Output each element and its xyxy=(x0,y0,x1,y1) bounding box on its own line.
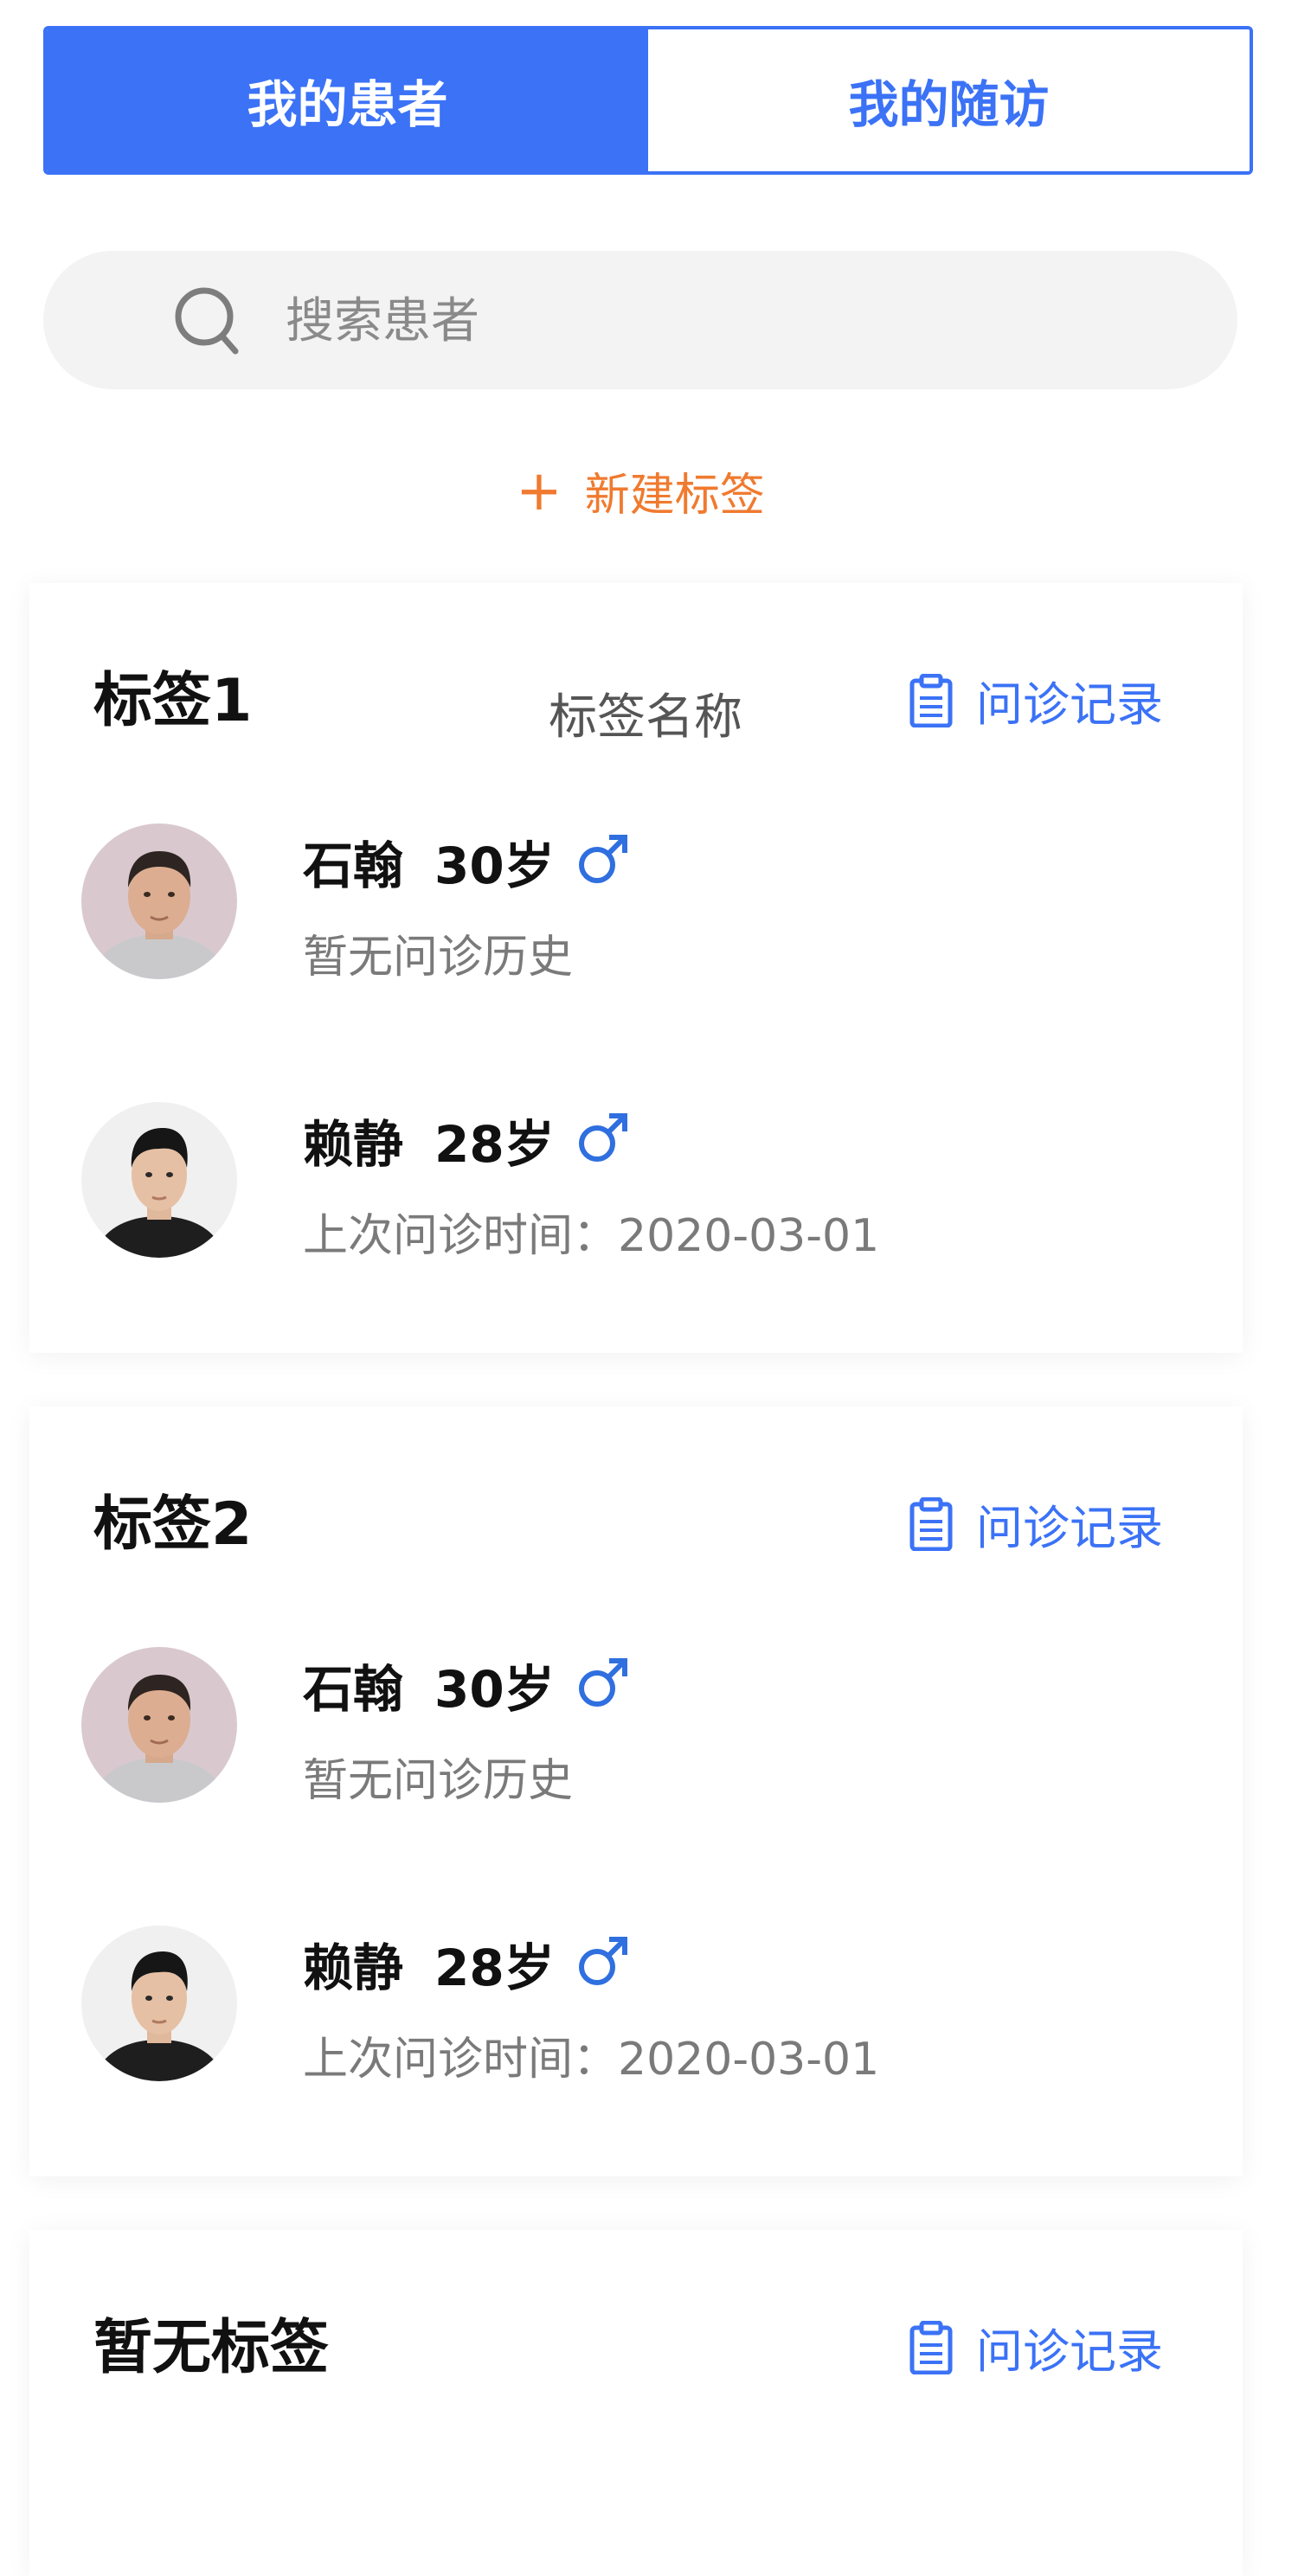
patient-age: 28岁 xyxy=(434,1938,555,1997)
patient-age: 30岁 xyxy=(434,1660,555,1719)
consultation-record-link[interactable]: 问诊记录 xyxy=(909,1490,1163,1558)
card-title: 标签1 xyxy=(93,667,253,735)
search-icon xyxy=(175,287,239,355)
patient-name: 石翰 xyxy=(303,1660,404,1719)
avatar xyxy=(81,823,237,979)
search-input[interactable] xyxy=(284,285,1153,356)
patient-age: 28岁 xyxy=(434,1115,555,1174)
clipboard-icon xyxy=(909,673,953,727)
patient-row[interactable]: 赖静 28岁 上次问诊时间：2020-03-01 xyxy=(81,1102,1189,1262)
consultation-history: 暂无问诊历史 xyxy=(303,932,574,984)
consultation-record-label: 问诊记录 xyxy=(976,1501,1163,1555)
tag-card: 标签2 问诊记录 石翰 30岁 暂无问诊历史 赖静 28岁 上次问诊时间：202… xyxy=(29,1407,1243,2176)
plus-icon: + xyxy=(516,458,562,523)
consultation-record-link[interactable]: 问诊记录 xyxy=(909,666,1163,734)
new-tag-label: 新建标签 xyxy=(584,470,765,522)
tab-my-followups[interactable]: 我的随访 xyxy=(648,29,1250,171)
tab-my-patients[interactable]: 我的患者 xyxy=(47,29,648,171)
patient-name: 石翰 xyxy=(303,836,404,895)
avatar xyxy=(81,1926,237,2081)
tab-switcher: 我的患者 我的随访 xyxy=(43,26,1253,175)
card-title: 标签2 xyxy=(93,1490,253,1559)
male-icon xyxy=(579,1113,627,1162)
consultation-history: 上次问诊时间：2020-03-01 xyxy=(303,1210,880,1262)
consultation-record-label: 问诊记录 xyxy=(976,677,1163,732)
patient-name: 赖静 xyxy=(303,1115,404,1174)
new-tag-button[interactable]: + 新建标签 xyxy=(0,458,1281,523)
male-icon xyxy=(579,1937,627,1985)
avatar xyxy=(81,1102,237,1258)
clipboard-icon xyxy=(909,2320,953,2374)
male-icon xyxy=(579,835,627,883)
patient-row[interactable]: 赖静 28岁 上次问诊时间：2020-03-01 xyxy=(81,1926,1189,2086)
patient-name: 赖静 xyxy=(303,1938,404,1997)
search-bar xyxy=(43,251,1237,389)
avatar xyxy=(81,1647,237,1803)
male-icon xyxy=(579,1658,627,1707)
patient-row[interactable]: 石翰 30岁 暂无问诊历史 xyxy=(81,1647,1189,1807)
patient-row[interactable]: 石翰 30岁 暂无问诊历史 xyxy=(81,823,1189,984)
consultation-history: 上次问诊时间：2020-03-01 xyxy=(303,2034,880,2086)
tag-card: 暂无标签 问诊记录 xyxy=(29,2230,1243,2576)
tag-card: 标签1 标签名称 问诊记录 石翰 30岁 暂无问诊历史 赖静 28岁 上次问诊时… xyxy=(29,583,1243,1353)
clipboard-icon xyxy=(909,1496,953,1551)
card-title: 暂无标签 xyxy=(93,2314,330,2382)
patient-age: 30岁 xyxy=(434,836,555,895)
tag-name-label: 标签名称 xyxy=(549,689,742,746)
consultation-history: 暂无问诊历史 xyxy=(303,1755,574,1807)
